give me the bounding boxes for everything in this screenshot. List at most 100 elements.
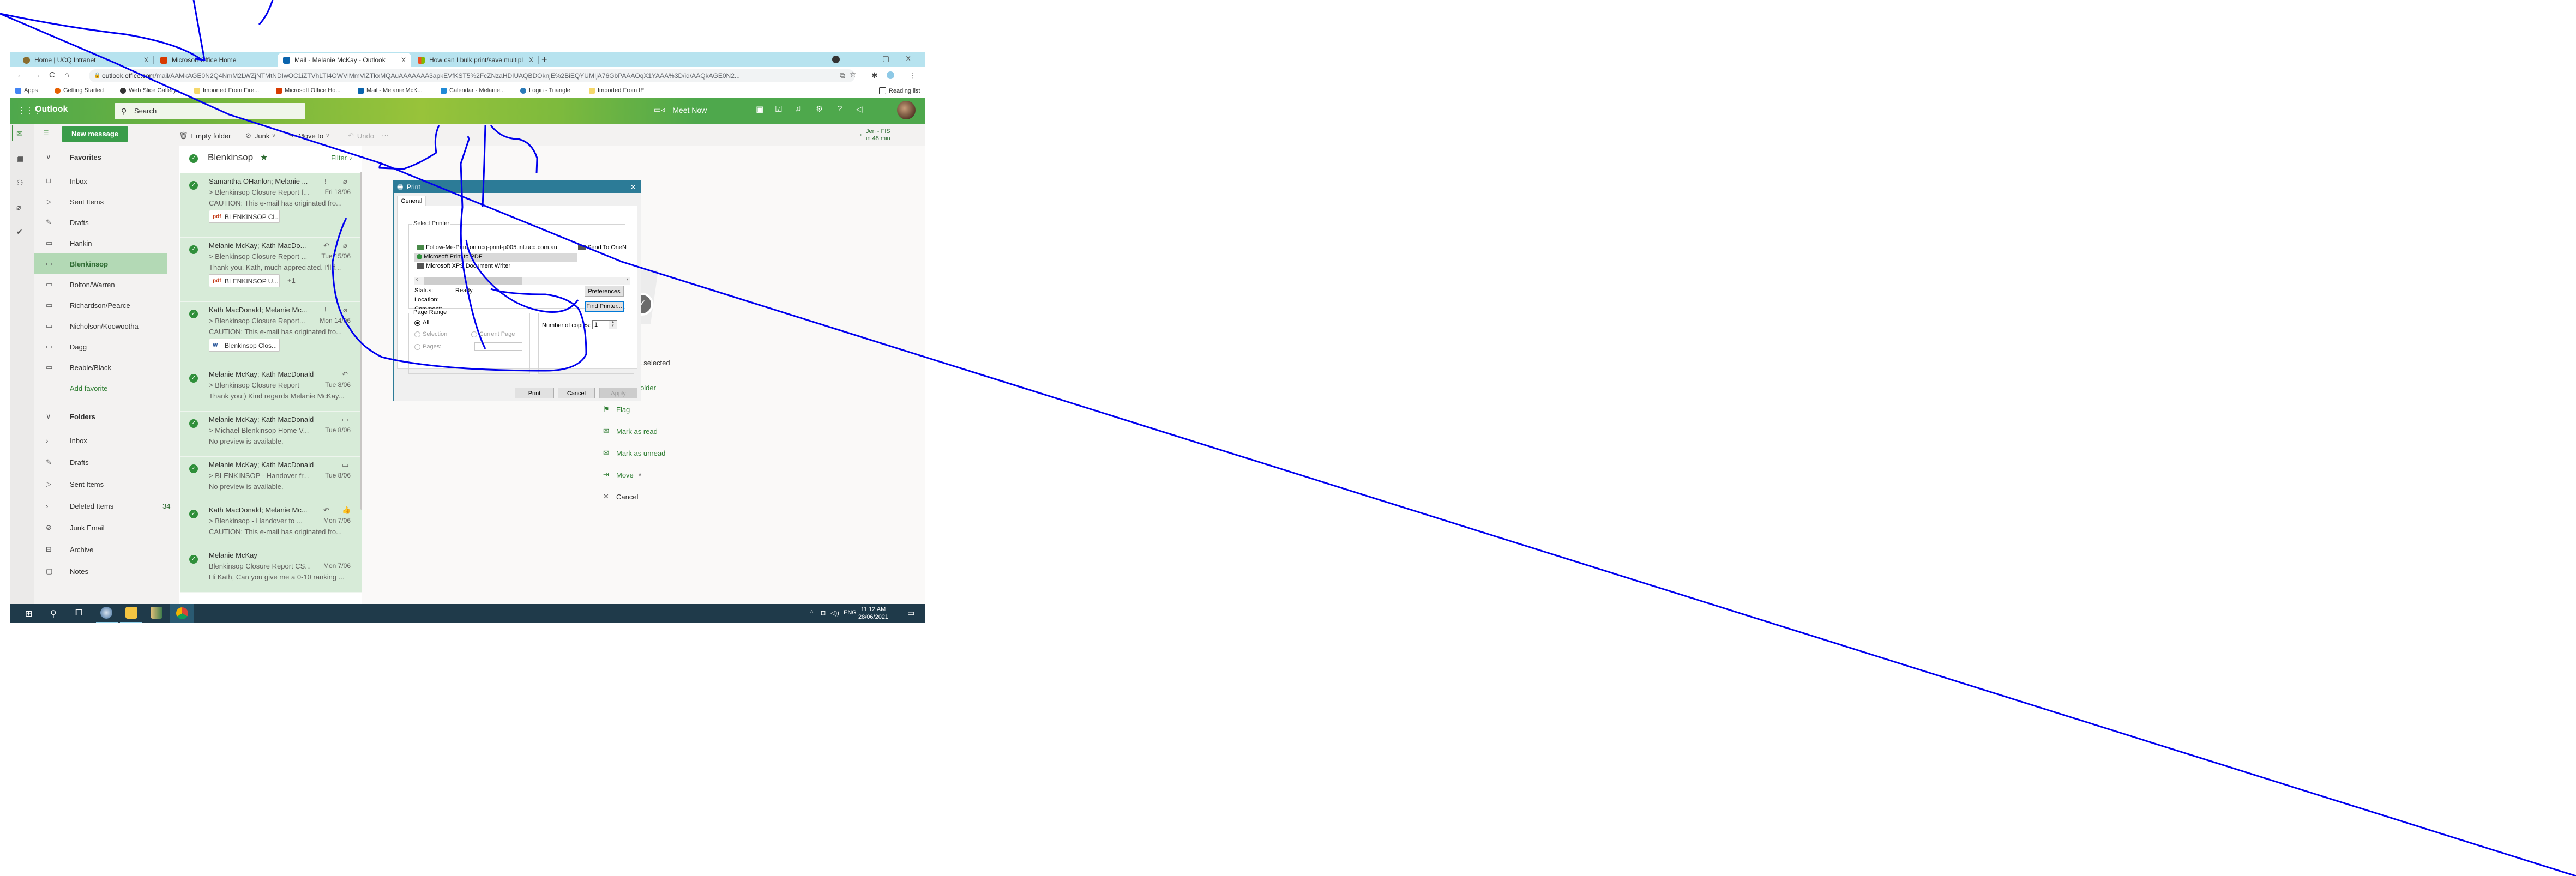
meet-now-button[interactable]: ▭◃ Meet Now bbox=[654, 105, 707, 114]
bookmark-web-slice[interactable]: Web Slice Gallery bbox=[120, 87, 176, 94]
range-pages-radio[interactable]: Pages: bbox=[414, 343, 441, 350]
selected-check-icon[interactable]: ✓ bbox=[189, 310, 198, 318]
calendar-icon[interactable]: ▦ bbox=[16, 154, 23, 163]
message-item[interactable]: ✓ Kath MacDonald; Melanie Mc... ↶ 👍 > Bl… bbox=[180, 502, 362, 547]
range-current-page-radio[interactable]: Current Page bbox=[471, 331, 515, 337]
reading-list-button[interactable]: Reading list bbox=[879, 87, 920, 94]
network-icon[interactable]: ⊡ bbox=[821, 609, 826, 617]
move-action[interactable]: ⇥ Move ∨ bbox=[603, 470, 642, 479]
search-icon[interactable]: ⚲ bbox=[50, 608, 57, 619]
flag-action[interactable]: ⚑ Flag bbox=[603, 405, 630, 414]
favorite-nicholson-koowootha[interactable]: ▭ Nicholson/Koowootha bbox=[34, 316, 167, 336]
copies-stepper[interactable]: ▲ ▼ bbox=[609, 321, 617, 329]
message-item[interactable]: ✓ Melanie McKay; Kath MacDonald ↶ > Blen… bbox=[180, 366, 362, 412]
printer-xps-writer[interactable]: Microsoft XPS Document Writer bbox=[417, 263, 510, 269]
message-item[interactable]: ✓ Melanie McKay; Kath MacDo... ↶ ⌀ > Ble… bbox=[180, 238, 362, 302]
favorite-inbox[interactable]: ⊔ Inbox bbox=[34, 171, 167, 191]
folder-junk-email[interactable]: ⊘ Junk Email bbox=[34, 517, 167, 538]
selected-check-icon[interactable]: ✓ bbox=[189, 245, 198, 254]
bookmark-imported-firefox[interactable]: Imported From Fire... bbox=[194, 87, 259, 94]
folder-notes[interactable]: ▢ Notes bbox=[34, 561, 167, 582]
gear-icon[interactable]: ⚙ bbox=[816, 104, 823, 114]
user-avatar[interactable] bbox=[897, 101, 916, 119]
url-field[interactable]: 🔒 outlook.office.com/mail/AAMkAGE0N2Q4Nm… bbox=[89, 69, 855, 82]
more-attachments-count[interactable]: +1 bbox=[287, 276, 296, 285]
range-selection-radio[interactable]: Selection bbox=[414, 331, 447, 337]
empty-folder-button[interactable]: 🗑 Empty folder bbox=[179, 131, 231, 140]
people-icon[interactable]: ⚇ bbox=[16, 178, 23, 188]
favorite-dagg[interactable]: ▭ Dagg bbox=[34, 336, 167, 357]
selected-check-icon[interactable]: ✓ bbox=[189, 464, 198, 473]
select-all-check-icon[interactable]: ✓ bbox=[189, 154, 198, 163]
system-clock[interactable]: 11:12 AM 28/06/2021 bbox=[858, 606, 888, 621]
show-hidden-icons[interactable]: ^ bbox=[810, 609, 813, 616]
apply-button[interactable]: Apply bbox=[599, 388, 637, 398]
notifications-icon[interactable]: ▭ bbox=[907, 608, 914, 618]
back-icon[interactable]: ← bbox=[16, 70, 25, 80]
profile-menu-icon[interactable] bbox=[832, 56, 840, 63]
printer-follow-me[interactable]: Follow-Me-Print on ucq-print-p005.int.uc… bbox=[417, 244, 557, 251]
folder-sent-items[interactable]: ▷ Sent Items bbox=[34, 474, 167, 494]
scroll-thumb[interactable] bbox=[424, 277, 522, 285]
bookmark-apps[interactable]: Apps bbox=[15, 87, 38, 94]
favorite-bolton-warren[interactable]: ▭ Bolton/Warren bbox=[34, 274, 167, 295]
new-tab-button[interactable]: + bbox=[541, 54, 547, 65]
todo-icon[interactable]: ☑ bbox=[775, 104, 782, 114]
filter-button[interactable]: Filter ∨ bbox=[331, 154, 352, 162]
selected-check-icon[interactable]: ✓ bbox=[189, 181, 198, 190]
user-folder-icon[interactable] bbox=[151, 607, 162, 619]
reload-icon[interactable]: C bbox=[49, 70, 55, 80]
folder-archive[interactable]: ⊟ Archive bbox=[34, 539, 167, 560]
folder-inbox[interactable]: › Inbox bbox=[34, 430, 167, 451]
favorite-richardson-pearce[interactable]: ▭ Richardson/Pearce bbox=[34, 295, 167, 316]
close-tab-icon[interactable]: X bbox=[144, 56, 148, 64]
bookmark-star-icon[interactable]: ☆ bbox=[850, 70, 857, 79]
maximize-button[interactable]: ▢ bbox=[882, 54, 889, 63]
task-view-icon[interactable]: ⧠ bbox=[75, 608, 82, 618]
volume-icon[interactable]: ◁)) bbox=[830, 609, 839, 617]
help-icon[interactable]: ? bbox=[838, 104, 842, 113]
bookmark-calendar[interactable]: Calendar - Melanie... bbox=[441, 87, 505, 94]
search-input[interactable]: ⚲ Search bbox=[115, 103, 305, 119]
preferences-button[interactable]: Preferences bbox=[585, 286, 624, 297]
bookmark-login-triangle[interactable]: Login - Triangle bbox=[520, 87, 570, 94]
megaphone-icon[interactable]: ◁ bbox=[856, 104, 863, 114]
favorites-header[interactable]: ∨ Favorites bbox=[34, 147, 167, 167]
folders-header[interactable]: ∨ Folders bbox=[34, 406, 167, 427]
attachment-chip[interactable]: pdf BLENKINSOP Cl... bbox=[209, 210, 280, 223]
undo-button[interactable]: ↶ Undo bbox=[348, 131, 374, 140]
app-name[interactable]: Outlook bbox=[35, 105, 68, 114]
attachment-icon[interactable]: ⌀ bbox=[16, 203, 21, 212]
attachment-chip[interactable]: W Blenkinsop Clos... bbox=[209, 339, 280, 352]
message-item[interactable]: ✓ Melanie McKay Blenkinsop Closure Repor… bbox=[180, 547, 362, 593]
move-to-button[interactable]: ⇥ Move to ∨ bbox=[289, 131, 329, 140]
scroll-left-icon[interactable]: ‹ bbox=[416, 276, 418, 282]
new-message-button[interactable]: New message bbox=[62, 126, 128, 142]
forward-icon[interactable]: → bbox=[33, 70, 41, 80]
close-dialog-icon[interactable]: ✕ bbox=[630, 181, 636, 193]
minimize-button[interactable]: – bbox=[860, 54, 865, 63]
printer-send-to-onenote[interactable]: Send To OneN bbox=[578, 244, 627, 251]
more-commands-button[interactable]: ··· bbox=[382, 131, 389, 140]
hamburger-menu-icon[interactable]: ≡ bbox=[44, 128, 49, 138]
folder-drafts[interactable]: ✎ Drafts bbox=[34, 452, 167, 473]
mark-as-unread-action[interactable]: ✉ Mark as unread bbox=[603, 449, 665, 457]
selected-check-icon[interactable]: ✓ bbox=[189, 555, 198, 564]
close-window-button[interactable]: X bbox=[906, 54, 911, 63]
cancel-button[interactable]: Cancel bbox=[558, 388, 595, 398]
tab-outlook-mail[interactable]: Mail - Melanie McKay - Outlook X bbox=[278, 53, 411, 67]
tab-general[interactable]: General bbox=[397, 196, 426, 206]
favorite-hankin[interactable]: ▭ Hankin bbox=[34, 233, 167, 253]
attachment-chip[interactable]: pdf BLENKINSOP U... bbox=[209, 274, 280, 287]
bell-icon[interactable]: ♫ bbox=[795, 104, 801, 113]
language-indicator[interactable]: ENG bbox=[844, 609, 857, 616]
bookmark-office-home[interactable]: Microsoft Office Ho... bbox=[276, 87, 341, 94]
printer-list-scrollbar[interactable]: ‹ › bbox=[414, 276, 630, 285]
cancel-action[interactable]: ✕ Cancel bbox=[603, 492, 638, 501]
junk-button[interactable]: ⊘ Junk ∨ bbox=[245, 131, 276, 140]
tab-office-home[interactable]: Microsoft Office Home X bbox=[155, 53, 288, 67]
onenote-icon[interactable]: ▣ bbox=[756, 104, 763, 114]
message-item[interactable]: ✓ Melanie McKay; Kath MacDonald ▭ > BLEN… bbox=[180, 457, 362, 502]
install-icon[interactable]: ⧉ bbox=[840, 71, 845, 80]
selected-check-icon[interactable]: ✓ bbox=[189, 419, 198, 428]
